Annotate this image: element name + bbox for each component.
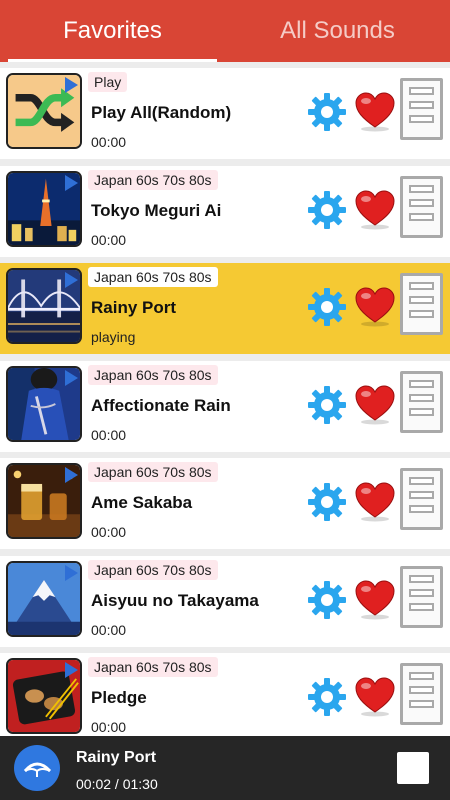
heart-icon[interactable] — [354, 189, 396, 230]
stop-button[interactable] — [397, 752, 429, 784]
gear-icon[interactable] — [307, 287, 347, 327]
play-badge-icon — [65, 272, 78, 288]
item-tag: Japan 60s 70s 80s — [88, 364, 218, 385]
item-title: Tokyo Meguri Ai — [91, 200, 222, 220]
play-badge-icon — [65, 174, 78, 191]
list-item[interactable]: Play Play All(Random) 00:00 — [0, 68, 450, 159]
playlist-icon[interactable] — [400, 78, 443, 140]
heart-icon[interactable] — [354, 92, 396, 132]
play-badge-icon — [65, 369, 78, 386]
playlist-icon[interactable] — [400, 370, 443, 433]
tab-favorites[interactable]: Favorites — [0, 0, 225, 62]
play-badge-icon — [65, 77, 78, 93]
playlist-icon[interactable] — [400, 468, 443, 530]
item-tag: Japan 60s 70s 80s — [88, 169, 218, 190]
item-tag: Japan 60s 70s 80s — [88, 657, 218, 677]
playlist-icon[interactable] — [400, 565, 443, 628]
item-status: 00:00 — [91, 134, 127, 150]
heart-icon[interactable] — [354, 677, 396, 717]
bridge-thumbnail — [6, 268, 82, 344]
item-tag: Japan 60s 70s 80s — [88, 462, 218, 482]
item-title: Play All(Random) — [91, 103, 232, 122]
now-playing-title: Rainy Port — [76, 749, 157, 766]
playlist-icon[interactable] — [400, 273, 443, 335]
now-playing-bar: Rainy Port 00:02 / 01:30 — [0, 736, 450, 800]
food-thumbnail — [6, 658, 82, 734]
gear-icon[interactable] — [307, 482, 347, 522]
item-title: Aisyuu no Takayama — [91, 590, 259, 610]
list-item[interactable]: Japan 60s 70s 80s Affectionate Rain 00:0… — [0, 360, 450, 452]
playlist-icon[interactable] — [400, 175, 443, 238]
shuffle-thumbnail — [6, 73, 82, 149]
heart-icon[interactable] — [354, 384, 396, 425]
gear-icon[interactable] — [307, 190, 347, 230]
item-title: Pledge — [91, 688, 147, 707]
gear-icon[interactable] — [307, 580, 347, 620]
item-title: Ame Sakaba — [91, 493, 193, 512]
item-tag: Japan 60s 70s 80s — [88, 559, 218, 580]
heart-icon[interactable] — [354, 287, 396, 327]
tab-bar: Favorites All Sounds — [0, 0, 450, 62]
umbrella-icon — [23, 762, 52, 777]
list-item[interactable]: Japan 60s 70s 80s Tokyo Meguri Ai 00:00 — [0, 165, 450, 257]
item-tag: Japan 60s 70s 80s — [88, 267, 218, 287]
playlist-icon[interactable] — [400, 663, 443, 725]
heart-icon[interactable] — [354, 482, 396, 522]
item-status: 00:00 — [91, 719, 127, 735]
tab-all-sounds[interactable]: All Sounds — [225, 0, 450, 62]
now-playing-time: 00:02 / 01:30 — [76, 776, 158, 792]
mountain-thumbnail — [6, 560, 82, 637]
list-item[interactable]: Japan 60s 70s 80s Ame Sakaba 00:00 — [0, 458, 450, 549]
item-status: 00:00 — [91, 231, 127, 248]
play-badge-icon — [65, 467, 78, 483]
list-item-playing[interactable]: Japan 60s 70s 80s Rainy Port playing — [0, 263, 450, 354]
play-badge-icon — [65, 662, 78, 678]
item-status: playing — [91, 329, 136, 345]
gear-icon[interactable] — [307, 677, 347, 717]
list-item[interactable]: Japan 60s 70s 80s Aisyuu no Takayama 00:… — [0, 555, 450, 647]
item-title: Affectionate Rain — [91, 395, 231, 415]
heart-icon[interactable] — [354, 579, 396, 620]
item-status: 00:00 — [91, 621, 127, 638]
play-badge-icon — [65, 564, 78, 581]
sound-list: Play Play All(Random) 00:00 Japan 60s 70… — [0, 68, 450, 751]
player-disc-button[interactable] — [14, 745, 60, 791]
item-status: 00:00 — [91, 524, 127, 540]
person-thumbnail — [6, 365, 82, 442]
bar-thumbnail — [6, 463, 82, 539]
item-title: Rainy Port — [91, 298, 177, 317]
tokyo-tower-thumbnail — [6, 170, 82, 247]
item-tag: Play — [88, 72, 128, 92]
item-status: 00:00 — [91, 426, 127, 443]
gear-icon[interactable] — [307, 385, 347, 425]
list-item[interactable]: Japan 60s 70s 80s Pledge 00:00 — [0, 653, 450, 744]
gear-icon[interactable] — [307, 92, 347, 132]
